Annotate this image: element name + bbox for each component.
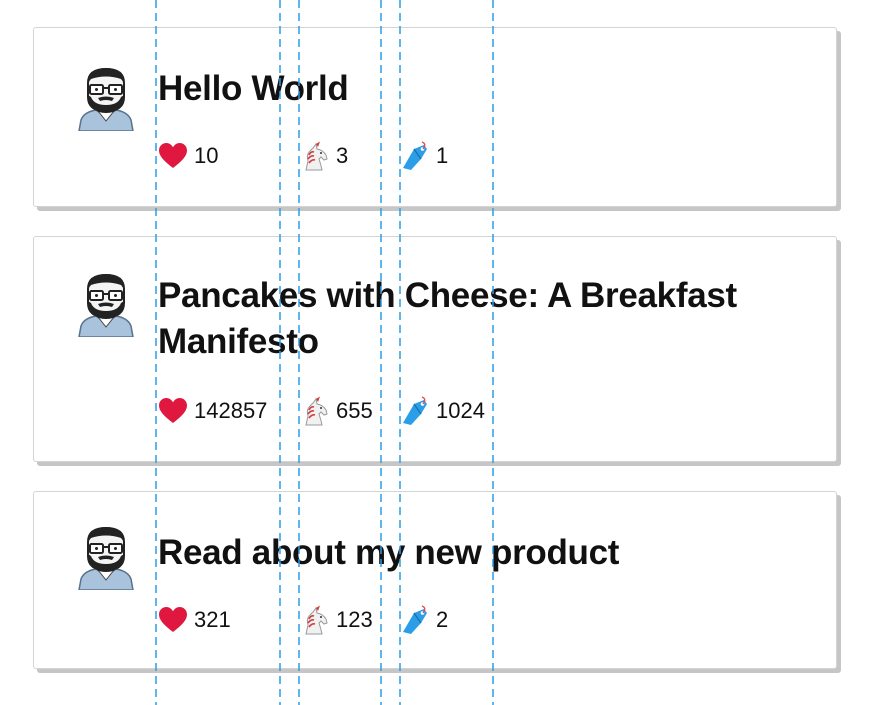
bookmarks-stat[interactable]: 1 [400,141,448,171]
bookmarks-stat[interactable]: 1024 [400,396,485,426]
post-stats: 10 3 1 [158,141,578,171]
bookmark-icon [400,605,430,635]
heart-icon [158,605,188,635]
post-card[interactable]: Read about my new product 321 123 2 [33,491,837,669]
bookmark-icon [400,141,430,171]
unicorns-count: 3 [336,143,349,168]
hearts-stat[interactable]: 321 [158,605,231,635]
bookmark-icon [400,396,430,426]
post-title[interactable]: Read about my new product [158,530,796,576]
unicorns-count: 123 [336,607,373,632]
post-title[interactable]: Pancakes with Cheese: A Breakfast Manife… [158,273,796,365]
heart-icon [158,141,188,171]
unicorns-count: 655 [336,398,373,423]
post-stats: 321 123 2 [158,605,578,635]
hearts-stat[interactable]: 10 [158,141,218,171]
unicorn-icon [300,605,330,635]
hearts-count: 142857 [194,398,268,423]
unicorns-stat[interactable]: 655 [300,396,373,426]
bearded-man-avatar-icon [76,524,136,590]
post-title[interactable]: Hello World [158,66,796,112]
bookmarks-count: 2 [436,607,449,632]
bearded-man-avatar-icon [76,271,136,337]
bookmarks-count: 1024 [436,398,485,423]
hearts-stat[interactable]: 142857 [158,396,267,426]
unicorn-icon [300,141,330,171]
bearded-man-avatar-icon [76,65,136,131]
hearts-count: 10 [194,143,219,168]
bookmarks-stat[interactable]: 2 [400,605,448,635]
unicorns-stat[interactable]: 3 [300,141,348,171]
post-card[interactable]: Hello World 10 3 1 [33,27,837,207]
post-stats: 142857 655 1024 [158,396,578,426]
bookmarks-count: 1 [436,143,449,168]
heart-icon [158,396,188,426]
unicorn-icon [300,396,330,426]
hearts-count: 321 [194,607,231,632]
post-card[interactable]: Pancakes with Cheese: A Breakfast Manife… [33,236,837,462]
unicorns-stat[interactable]: 123 [300,605,373,635]
